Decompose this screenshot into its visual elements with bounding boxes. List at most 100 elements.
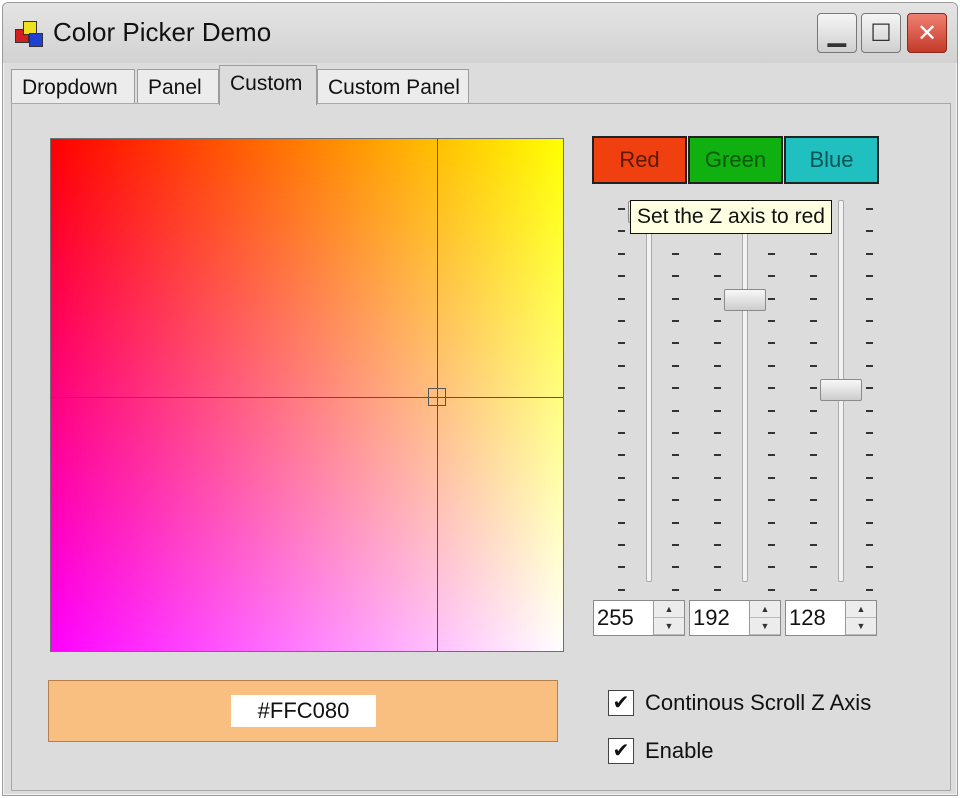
blue-value-spinner[interactable]: 128 ▲ ▼ (785, 600, 877, 636)
maximize-icon: ☐ (870, 19, 892, 47)
slider-tick (866, 432, 873, 434)
slider-tick (714, 499, 721, 501)
spin-down-icon[interactable]: ▼ (654, 618, 684, 635)
tab-custom[interactable]: Custom (219, 65, 317, 105)
slider-tick (672, 522, 679, 524)
slider-tick (768, 432, 775, 434)
blue-value: 128 (789, 605, 826, 630)
slider-tick (714, 566, 721, 568)
slider-tick (618, 298, 625, 300)
continuous-scroll-checkbox[interactable]: ✔ (608, 690, 634, 716)
green-spinner-arrows: ▲ ▼ (749, 601, 780, 635)
spin-up-icon[interactable]: ▲ (846, 601, 876, 618)
color-plane[interactable] (50, 138, 564, 652)
slider-tick (714, 298, 721, 300)
slider-tick (672, 499, 679, 501)
maximize-button[interactable]: ☐ (861, 13, 901, 53)
slider-tick (618, 499, 625, 501)
tab-dropdown[interactable]: Dropdown (11, 69, 135, 103)
slider-tick (618, 275, 625, 277)
slider-tick (672, 387, 679, 389)
slider-tick (714, 342, 721, 344)
slider-tick (618, 589, 625, 591)
slider-tick (768, 566, 775, 568)
green-value-spinner[interactable]: 192 ▲ ▼ (689, 600, 781, 636)
close-icon: ✕ (916, 19, 938, 47)
slider-tick (866, 365, 873, 367)
slider-tick (866, 230, 873, 232)
spin-up-icon[interactable]: ▲ (654, 601, 684, 618)
hex-value-field[interactable]: #FFC080 (231, 695, 376, 727)
slider-tick (714, 253, 721, 255)
slider-tick (768, 522, 775, 524)
slider-tick (618, 432, 625, 434)
slider-tick (672, 298, 679, 300)
green-slider-thumb[interactable] (724, 289, 766, 311)
spin-down-icon[interactable]: ▼ (846, 618, 876, 635)
red-slider-track[interactable] (646, 200, 652, 582)
slider-tick (866, 522, 873, 524)
slider-tick (866, 298, 873, 300)
slider-tick (866, 544, 873, 546)
slider-tick (768, 454, 775, 456)
slider-tick (672, 342, 679, 344)
slider-tick (618, 387, 625, 389)
slider-tick (866, 454, 873, 456)
slider-tick (672, 454, 679, 456)
tab-panel[interactable]: Panel (137, 69, 219, 103)
selected-color-swatch: #FFC080 (48, 680, 558, 742)
green-channel-button[interactable]: Green (688, 136, 783, 184)
slider-tick (866, 410, 873, 412)
spin-up-icon[interactable]: ▲ (750, 601, 780, 618)
slider-tick (618, 208, 625, 210)
slider-tick (866, 253, 873, 255)
slider-tick (714, 320, 721, 322)
red-channel-button[interactable]: Red (592, 136, 687, 184)
slider-tick (866, 477, 873, 479)
slider-tick (810, 499, 817, 501)
slider-tick (768, 589, 775, 591)
slider-tick (618, 566, 625, 568)
slider-tick (768, 477, 775, 479)
blue-slider-thumb[interactable] (820, 379, 862, 401)
crosshair-horizontal-line (51, 397, 563, 398)
blue-spinner-arrows: ▲ ▼ (845, 601, 876, 635)
slider-tick (768, 342, 775, 344)
slider-tick (810, 566, 817, 568)
slider-tick (714, 477, 721, 479)
window-title: Color Picker Demo (53, 17, 272, 47)
slider-tick (768, 275, 775, 277)
slider-tick (810, 342, 817, 344)
tooltip: Set the Z axis to red (630, 200, 832, 234)
blue-channel-button[interactable]: Blue (784, 136, 879, 184)
minimize-button[interactable]: ▁ (817, 13, 857, 53)
enable-checkbox[interactable]: ✔ (608, 738, 634, 764)
green-slider-track[interactable] (742, 200, 748, 582)
slider-tick (866, 566, 873, 568)
color-plane-gradient-y (51, 139, 563, 651)
slider-tick (672, 410, 679, 412)
slider-tick (618, 365, 625, 367)
slider-tick (810, 275, 817, 277)
slider-tick (672, 477, 679, 479)
tab-custom-panel[interactable]: Custom Panel (317, 69, 469, 103)
slider-tick (714, 544, 721, 546)
slider-tick (810, 320, 817, 322)
title-bar[interactable]: Color Picker Demo ▁ ☐ ✕ (3, 3, 957, 63)
slider-tick (866, 208, 873, 210)
red-value-spinner[interactable]: 255 ▲ ▼ (593, 600, 685, 636)
slider-tick (618, 410, 625, 412)
crosshair-handle[interactable] (428, 388, 446, 406)
slider-tick (672, 275, 679, 277)
slider-tick (672, 432, 679, 434)
spin-down-icon[interactable]: ▼ (750, 618, 780, 635)
slider-tick (618, 230, 625, 232)
slider-tick (618, 477, 625, 479)
slider-tick (810, 253, 817, 255)
close-button[interactable]: ✕ (907, 13, 947, 53)
slider-tick (672, 566, 679, 568)
slider-tick (672, 320, 679, 322)
slider-tick (866, 342, 873, 344)
slider-tick (618, 253, 625, 255)
slider-tick (768, 387, 775, 389)
